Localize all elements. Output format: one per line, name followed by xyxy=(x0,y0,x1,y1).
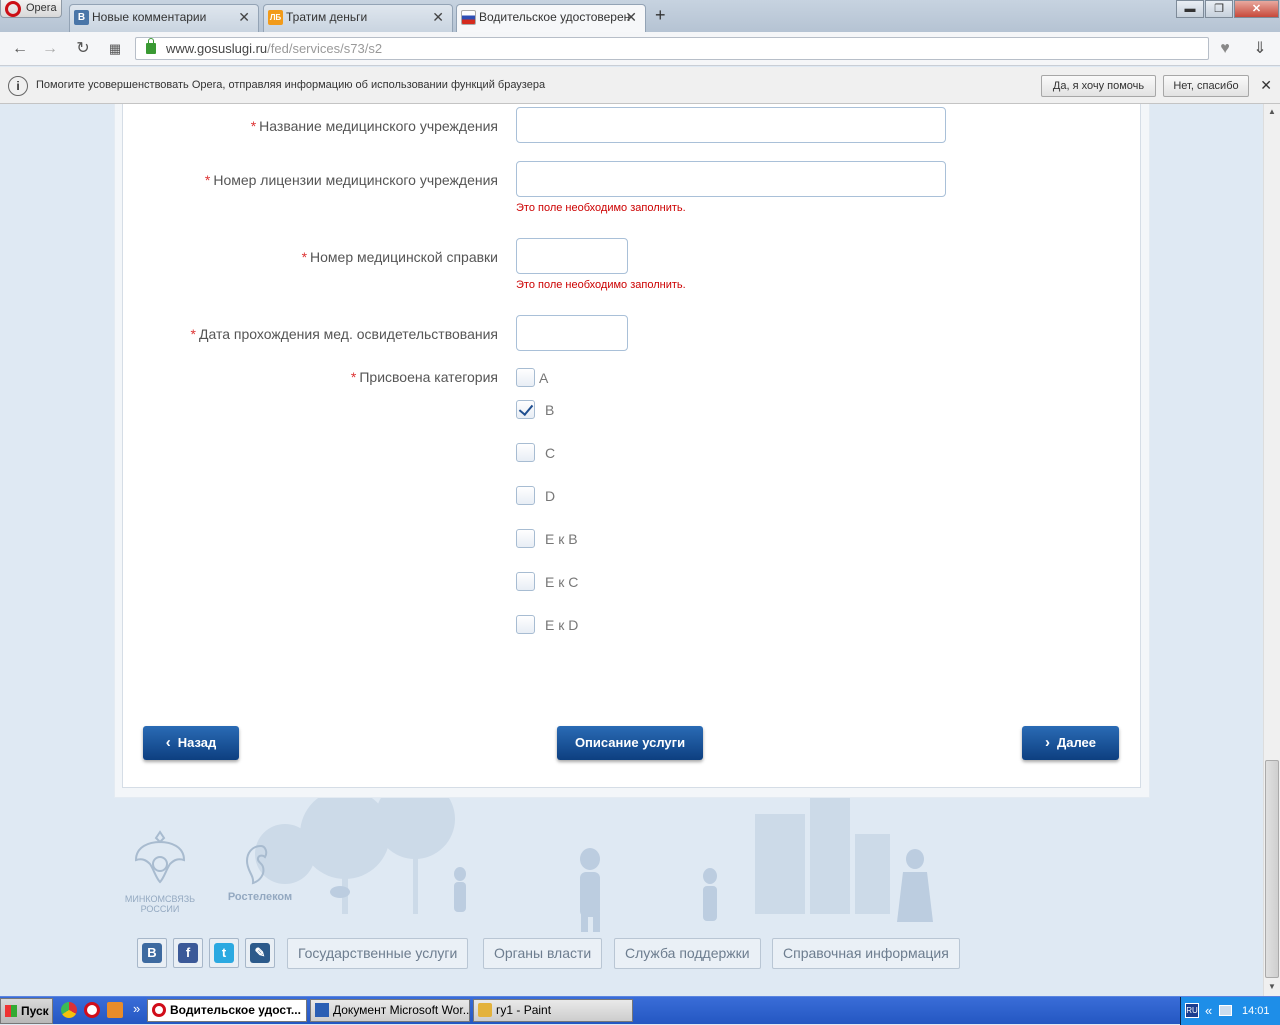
russian-eagle-emblem-icon xyxy=(134,830,186,884)
twitter-icon: t xyxy=(214,943,234,963)
scroll-down-icon[interactable]: ▼ xyxy=(1264,979,1280,995)
footer-link-gov-services[interactable]: Государственные услуги xyxy=(287,938,469,969)
reload-icon[interactable]: ↻ xyxy=(72,38,94,60)
tray-expand-chevron[interactable]: « xyxy=(1205,997,1212,1025)
info-bar-text: Помогите усовершенствовать Opera, отправ… xyxy=(36,79,546,91)
system-tray: RU « 14:01 xyxy=(1180,997,1280,1025)
opera-info-bar: i Помогите усовершенствовать Opera, отпр… xyxy=(0,67,1280,104)
minimize-button[interactable]: ▬ xyxy=(1176,0,1204,18)
footer-link-reference[interactable]: Справочная информация xyxy=(772,938,960,969)
start-button[interactable]: Пуск xyxy=(0,998,53,1024)
window-close-button[interactable]: ✕ xyxy=(1234,0,1279,18)
lock-icon xyxy=(146,38,156,54)
facebook-icon: f xyxy=(178,943,198,963)
category-d-checkbox[interactable] xyxy=(516,486,535,505)
chrome-icon[interactable] xyxy=(61,1002,77,1018)
tab-drivers-license[interactable]: Водительское удостоверен ✕ xyxy=(456,4,646,32)
next-button[interactable]: › Далее xyxy=(1022,726,1119,760)
field-label: * Номер лицензии медицинского учреждения xyxy=(204,172,498,188)
medical-institution-name-input[interactable] xyxy=(516,107,946,143)
maximize-button[interactable]: ❐ xyxy=(1205,0,1233,18)
chevron-right-icon: › xyxy=(1044,734,1050,751)
error-message: Это поле необходимо заполнить. xyxy=(516,279,686,291)
facebook-social-button[interactable]: f xyxy=(173,938,203,968)
category-label: D xyxy=(545,488,556,504)
scrollbar-thumb[interactable] xyxy=(1265,760,1279,978)
category-label: E к C xyxy=(545,574,579,590)
service-description-button[interactable]: Описание услуги xyxy=(557,726,703,760)
heart-icon[interactable]: ♥ xyxy=(1214,38,1236,60)
windows-taskbar: Пуск » Водительское удост... Документ Mi… xyxy=(0,996,1280,1025)
category-label: E к B xyxy=(545,531,578,547)
paint-icon xyxy=(478,1003,492,1017)
field-label: * Номер медицинской справки xyxy=(301,249,498,265)
chevron-left-icon: ‹ xyxy=(165,734,171,751)
tab-bar: Opera B Новые комментарии ✕ ЛБ Тратим де… xyxy=(0,0,1280,32)
scroll-up-icon[interactable]: ▲ xyxy=(1264,104,1280,120)
quicklaunch-chevron[interactable]: » xyxy=(133,1001,140,1016)
category-e-b-checkbox[interactable] xyxy=(516,529,535,548)
help-no-button[interactable]: Нет, спасибо xyxy=(1163,75,1249,97)
page-scrollbar[interactable]: ▲ ▼ xyxy=(1263,104,1280,996)
opera-menu-button[interactable]: Opera xyxy=(0,0,62,18)
url-input[interactable]: www.gosuslugi.ru/fed/services/s73/s2 xyxy=(135,37,1209,60)
language-indicator[interactable]: RU xyxy=(1185,1003,1199,1018)
medical-certificate-number-input[interactable] xyxy=(516,238,628,274)
vk-social-button[interactable]: B xyxy=(137,938,167,968)
footer-link-authorities[interactable]: Органы власти xyxy=(483,938,603,969)
twitter-social-button[interactable]: t xyxy=(209,938,239,968)
field-label: * Присвоена категория xyxy=(350,369,498,385)
field-label: * Название медицинского учреждения xyxy=(250,118,498,134)
category-c-checkbox[interactable] xyxy=(516,443,535,462)
vk-icon: B xyxy=(74,10,89,25)
rostelecom-logo-icon xyxy=(245,844,268,885)
back-button[interactable]: ‹ Назад xyxy=(143,726,239,760)
category-a-checkbox[interactable] xyxy=(516,368,535,387)
lj-icon: ЛБ xyxy=(268,10,283,25)
clock: 14:01 xyxy=(1242,1005,1270,1017)
close-icon[interactable]: ✕ xyxy=(1260,67,1272,104)
category-label: C xyxy=(545,445,556,461)
new-tab-button[interactable]: + xyxy=(655,5,666,26)
livejournal-social-button[interactable]: ✎ xyxy=(245,938,275,968)
address-bar: ← → ↻ ▦ www.gosuslugi.ru/fed/services/s7… xyxy=(0,32,1280,66)
category-e-d-checkbox[interactable] xyxy=(516,615,535,634)
back-arrow-icon[interactable]: ← xyxy=(9,38,31,60)
medical-license-number-input[interactable] xyxy=(516,161,946,197)
tab-spend-money[interactable]: ЛБ Тратим деньги ✕ xyxy=(263,4,453,32)
download-icon[interactable]: ⇓ xyxy=(1249,38,1271,60)
close-tab-icon[interactable]: ✕ xyxy=(238,5,250,29)
error-message: Это поле необходимо заполнить. xyxy=(516,202,686,214)
taskbar-item-opera[interactable]: Водительское удост... xyxy=(147,999,307,1022)
category-label: B xyxy=(545,402,555,418)
app-quicklaunch-icon[interactable] xyxy=(107,1002,123,1018)
category-label: E к D xyxy=(545,617,579,633)
forward-arrow-icon[interactable]: → xyxy=(39,38,61,60)
category-b-checkbox[interactable] xyxy=(516,400,535,419)
livejournal-icon: ✎ xyxy=(250,943,270,963)
russia-flag-icon xyxy=(461,10,476,25)
opera-icon[interactable] xyxy=(84,1002,100,1018)
opera-icon xyxy=(152,1003,166,1017)
rostelecom-logo-text: Ростелеком xyxy=(227,891,293,903)
close-tab-icon[interactable]: ✕ xyxy=(432,5,444,29)
taskbar-item-paint[interactable]: гу1 - Paint xyxy=(473,999,633,1022)
word-icon xyxy=(315,1003,329,1017)
minkomsvyaz-logo-text: МИНКОМСВЯЗЬ РОССИИ xyxy=(124,894,196,914)
footer-link-support[interactable]: Служба поддержки xyxy=(614,938,761,969)
taskbar-item-word[interactable]: Документ Microsoft Wor... xyxy=(310,999,470,1022)
field-label: * Дата прохождения мед. освидетельствован… xyxy=(190,326,498,342)
category-label: A xyxy=(539,370,549,386)
close-tab-icon[interactable]: ✕ xyxy=(625,5,637,29)
medical-exam-date-input[interactable] xyxy=(516,315,628,351)
page-viewport: * Название медицинского учреждения * Номер… xyxy=(0,104,1263,996)
info-icon: i xyxy=(8,76,28,96)
category-e-c-checkbox[interactable] xyxy=(516,572,535,591)
help-yes-button[interactable]: Да, я хочу помочь xyxy=(1041,75,1156,97)
speed-dial-icon[interactable]: ▦ xyxy=(104,38,126,60)
network-icon[interactable] xyxy=(1219,1005,1232,1016)
tab-vk-comments[interactable]: B Новые комментарии ✕ xyxy=(69,4,259,32)
vk-icon: B xyxy=(142,943,162,963)
opera-logo-icon xyxy=(5,1,21,17)
